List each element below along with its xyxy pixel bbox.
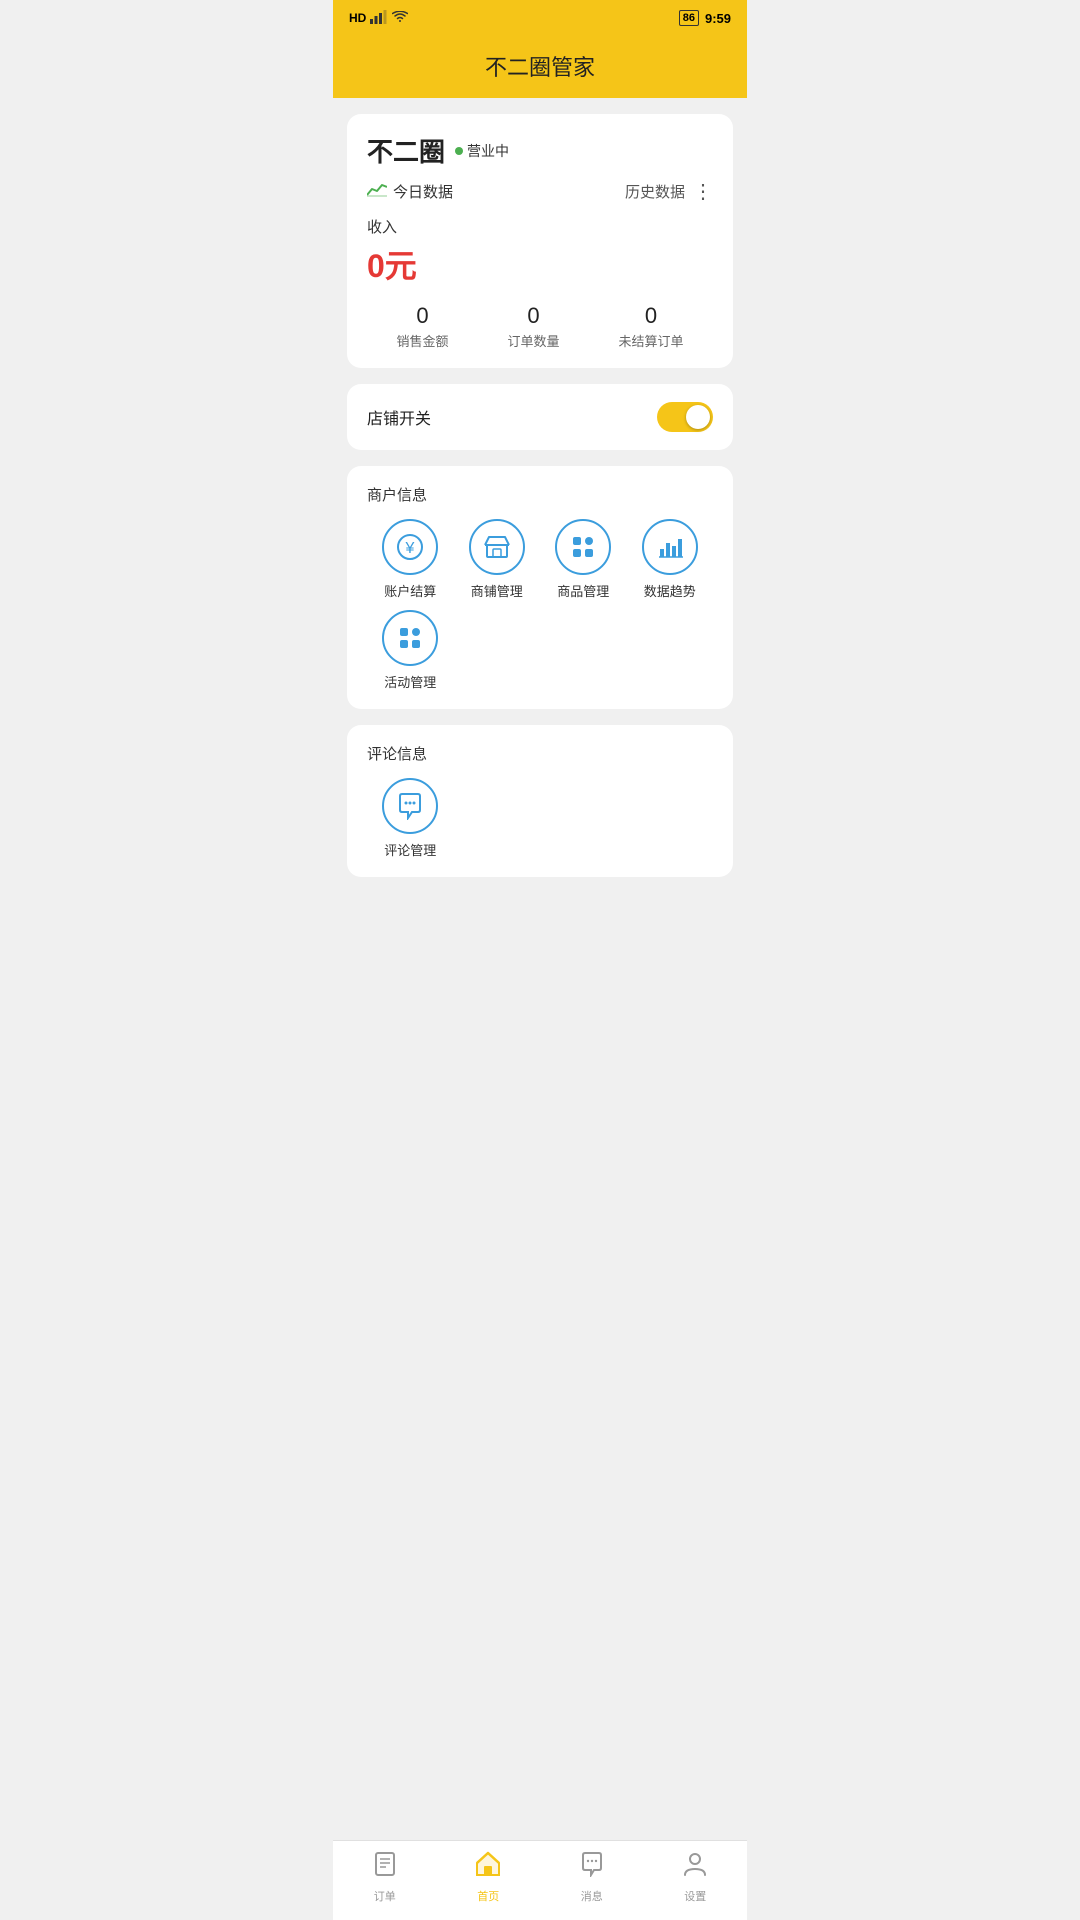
revenue-amount: 0元 <box>367 241 713 287</box>
trend-label: 数据趋势 <box>644 581 696 600</box>
toggle-label: 店铺开关 <box>367 405 431 429</box>
time-display: 9:59 <box>705 11 731 26</box>
settings-nav-label: 设置 <box>684 1888 706 1904</box>
stat-sales-amount: 0 销售金额 <box>396 303 448 350</box>
menu-comment-management[interactable]: 评论管理 <box>367 778 454 859</box>
svg-text:¥: ¥ <box>405 540 415 557</box>
menu-shop-management[interactable]: 商铺管理 <box>454 519 541 600</box>
account-label: 账户结算 <box>384 581 436 600</box>
nav-order[interactable]: 订单 <box>333 1851 437 1904</box>
activity-label: 活动管理 <box>384 672 436 691</box>
data-tabs: 今日数据 历史数据 ⋮ <box>367 179 713 204</box>
stat-unsettled: 0 未结算订单 <box>618 303 683 350</box>
merchant-icon-grid: ¥ 账户结算 商铺管理 <box>367 519 713 600</box>
comment-label: 评论管理 <box>384 840 436 859</box>
activity-icon <box>382 610 438 666</box>
comment-icon-grid: 评论管理 <box>367 778 713 859</box>
stat-order-count: 0 订单数量 <box>507 303 559 350</box>
more-options-icon[interactable]: ⋮ <box>693 179 713 204</box>
settings-nav-icon <box>682 1851 708 1884</box>
stat-order-num: 0 <box>507 303 559 329</box>
stat-sales-num: 0 <box>396 303 448 329</box>
network-indicator: HD <box>349 11 366 25</box>
status-left: HD <box>349 10 408 27</box>
nav-settings[interactable]: 设置 <box>644 1851 748 1904</box>
store-status-badge: 营业中 <box>455 141 509 161</box>
comment-icon <box>382 778 438 834</box>
status-right: 86 9:59 <box>679 10 731 26</box>
stat-unsettled-label: 未结算订单 <box>618 331 683 350</box>
store-name: 不二圈 <box>367 132 445 169</box>
order-nav-icon <box>372 1851 398 1884</box>
merchant-icon-grid-row2: 活动管理 <box>367 610 713 691</box>
menu-activity-management[interactable]: 活动管理 <box>367 610 454 691</box>
comment-section-title: 评论信息 <box>367 743 713 764</box>
history-label: 历史数据 <box>625 181 685 202</box>
main-content: 不二圈 营业中 今日数据 历史数据 ⋮ 收入 0元 <box>333 98 747 983</box>
chart-icon <box>367 181 387 202</box>
menu-product-management[interactable]: 商品管理 <box>540 519 627 600</box>
store-toggle-switch[interactable] <box>657 402 713 432</box>
message-nav-icon <box>579 1851 605 1884</box>
stat-order-label: 订单数量 <box>507 331 559 350</box>
account-icon: ¥ <box>382 519 438 575</box>
today-data-label: 今日数据 <box>393 181 453 202</box>
home-nav-label: 首页 <box>477 1888 499 1904</box>
order-nav-label: 订单 <box>374 1888 396 1904</box>
menu-data-trend[interactable]: 数据趋势 <box>627 519 714 600</box>
battery-icon: 86 <box>679 10 699 26</box>
nav-home[interactable]: 首页 <box>437 1851 541 1904</box>
product-label: 商品管理 <box>557 581 609 600</box>
today-tab[interactable]: 今日数据 <box>367 181 453 202</box>
merchant-section-title: 商户信息 <box>367 484 713 505</box>
message-nav-label: 消息 <box>581 1888 603 1904</box>
bottom-nav: 订单 首页 消息 <box>333 1840 747 1920</box>
store-toggle-card: 店铺开关 <box>347 384 733 450</box>
wifi-icon <box>392 11 408 26</box>
status-dot <box>455 147 463 155</box>
product-icon <box>555 519 611 575</box>
trend-icon <box>642 519 698 575</box>
stat-sales-label: 销售金额 <box>396 331 448 350</box>
merchant-info-card: 商户信息 ¥ 账户结算 <box>347 466 733 709</box>
history-area[interactable]: 历史数据 ⋮ <box>625 179 713 204</box>
nav-message[interactable]: 消息 <box>540 1851 644 1904</box>
status-text: 营业中 <box>467 141 509 161</box>
comment-info-card: 评论信息 评论管理 <box>347 725 733 877</box>
stats-row: 0 销售金额 0 订单数量 0 未结算订单 <box>367 303 713 350</box>
home-nav-icon <box>475 1851 501 1884</box>
page-header: 不二圈管家 <box>333 36 747 98</box>
signal-bars <box>370 10 388 27</box>
revenue-label: 收入 <box>367 216 713 237</box>
status-bar: HD 86 9:59 <box>333 0 747 36</box>
page-title: 不二圈管家 <box>485 55 595 80</box>
shop-label: 商铺管理 <box>471 581 523 600</box>
shop-icon <box>469 519 525 575</box>
store-name-row: 不二圈 营业中 <box>367 132 713 169</box>
stat-unsettled-num: 0 <box>618 303 683 329</box>
menu-account-settlement[interactable]: ¥ 账户结算 <box>367 519 454 600</box>
store-data-card: 不二圈 营业中 今日数据 历史数据 ⋮ 收入 0元 <box>347 114 733 368</box>
